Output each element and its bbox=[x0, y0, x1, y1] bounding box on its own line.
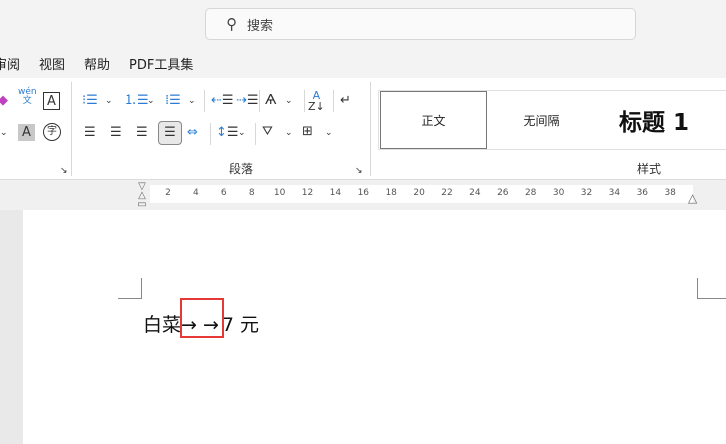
ruler-tick: 20 bbox=[413, 188, 425, 198]
increase-indent-icon[interactable]: ⇢☰ bbox=[236, 92, 259, 110]
divider bbox=[255, 123, 256, 145]
character-border-button[interactable]: A bbox=[43, 92, 60, 110]
ruler-tick: 30 bbox=[552, 188, 565, 198]
divider bbox=[259, 90, 260, 112]
chinese-layout-icon[interactable]: Ѧ bbox=[265, 92, 276, 110]
search-icon: ⚲ bbox=[226, 15, 237, 33]
ruler-tick: 28 bbox=[524, 188, 537, 198]
ruler-tick: 22 bbox=[441, 188, 453, 198]
highlight-box bbox=[180, 298, 224, 338]
margin-corner-mark bbox=[118, 278, 142, 299]
menu-help[interactable]: 帮助 bbox=[84, 54, 110, 73]
line-spacing-button[interactable]: ↕☰ bbox=[216, 124, 239, 142]
multilevel-list-button[interactable]: ⁞☰ bbox=[165, 92, 181, 110]
group-divider bbox=[370, 82, 371, 176]
align-left-button[interactable]: ☰ bbox=[84, 124, 96, 142]
ruler-tick: 16 bbox=[357, 188, 370, 198]
text-cabbage: 白菜 bbox=[143, 314, 182, 336]
paragraph-dialog-launcher-icon[interactable]: ↘ bbox=[355, 162, 363, 180]
borders-icon[interactable]: ⊞ bbox=[302, 123, 313, 141]
decrease-indent-icon[interactable]: ⇠☰ bbox=[211, 92, 234, 110]
sort-icon[interactable]: A Z↓ bbox=[308, 90, 325, 112]
style-normal[interactable]: 正文 bbox=[380, 91, 487, 149]
enclose-characters-button[interactable]: 字 bbox=[43, 123, 61, 141]
distributed-button[interactable]: ⇔ bbox=[187, 124, 198, 142]
group-divider bbox=[71, 82, 72, 176]
indent-markers[interactable]: ▽ △ ▭ bbox=[135, 182, 149, 210]
ruler-tick: 14 bbox=[329, 188, 342, 198]
phonetic-guide-icon[interactable]: wén 文 bbox=[18, 88, 37, 106]
ruler-tick: 26 bbox=[497, 188, 509, 198]
ruler-tick: 2 bbox=[165, 188, 171, 198]
style-no-spacing[interactable]: 无间隔 bbox=[489, 91, 594, 149]
justify-button[interactable]: ☰ bbox=[158, 121, 182, 145]
character-shading-button[interactable]: A bbox=[18, 124, 35, 141]
ruler-tick: 10 bbox=[273, 188, 286, 198]
chevron-down-icon[interactable]: ⌄ bbox=[105, 92, 113, 110]
margin-corner-mark bbox=[697, 278, 726, 299]
chevron-down-icon[interactable]: ⌄ bbox=[238, 124, 246, 142]
menu-view[interactable]: 视图 bbox=[39, 54, 65, 73]
divider bbox=[204, 90, 205, 112]
align-center-button[interactable]: ☰ bbox=[110, 124, 122, 142]
ruler-tick: 36 bbox=[636, 188, 649, 198]
ruler-tick: 34 bbox=[608, 188, 621, 198]
ruler-tick: 38 bbox=[664, 188, 676, 198]
ruler-tick: 6 bbox=[220, 188, 227, 198]
chevron-down-icon[interactable]: ⌄ bbox=[325, 124, 333, 142]
menu-pdf-tools[interactable]: PDF工具集 bbox=[129, 54, 193, 73]
ruler-tick: 32 bbox=[580, 188, 593, 198]
divider bbox=[304, 90, 305, 112]
ruler-tick: 18 bbox=[385, 188, 397, 198]
right-indent-marker[interactable]: △ bbox=[688, 191, 697, 205]
text-price: 7 元 bbox=[221, 314, 260, 336]
chevron-down-icon[interactable]: ⌄ bbox=[147, 92, 155, 110]
shading-icon[interactable]: ⛛ bbox=[262, 123, 273, 141]
align-right-button[interactable]: ☰ bbox=[136, 124, 148, 142]
paragraph-group-label: 段落 bbox=[229, 162, 254, 176]
style-heading-1[interactable]: 标题 1 bbox=[594, 91, 714, 149]
styles-group-label: 样式 bbox=[637, 162, 662, 176]
ruler-tick: 8 bbox=[248, 188, 255, 198]
menu-review[interactable]: 审阅 bbox=[0, 54, 20, 73]
search-box[interactable]: ⚲ 搜索 bbox=[205, 8, 636, 40]
ruler-tick: 24 bbox=[469, 188, 481, 198]
divider bbox=[333, 90, 334, 112]
chevron-down-icon[interactable]: ⌄ bbox=[0, 124, 8, 142]
chevron-down-icon[interactable]: ⌄ bbox=[188, 92, 196, 110]
styles-gallery: 正文 无间隔 标题 1 bbox=[378, 90, 726, 150]
ruler-tick: 4 bbox=[193, 188, 199, 198]
divider bbox=[210, 123, 211, 145]
document-page[interactable] bbox=[23, 210, 726, 444]
search-placeholder: 搜索 bbox=[247, 18, 274, 34]
chevron-down-icon[interactable]: ⌄ bbox=[285, 124, 293, 142]
font-dialog-launcher-icon[interactable]: ↘ bbox=[60, 162, 68, 180]
numbering-button[interactable]: ⒈☰ bbox=[124, 92, 149, 110]
chevron-down-icon[interactable]: ⌄ bbox=[285, 92, 293, 110]
clear-format-icon[interactable]: ◆ bbox=[0, 92, 8, 110]
show-marks-icon[interactable]: ↵ bbox=[340, 92, 351, 110]
ruler-tick: 12 bbox=[301, 188, 314, 198]
bullets-button[interactable]: ⁝☰ bbox=[82, 92, 98, 110]
